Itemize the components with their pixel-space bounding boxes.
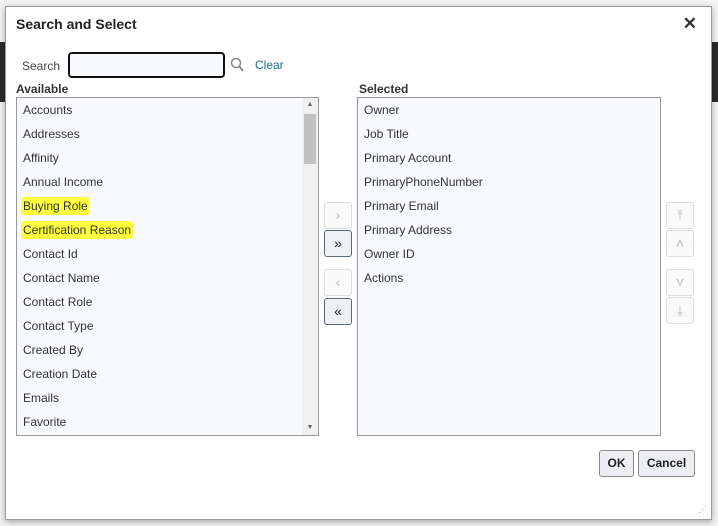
available-header: Available [16, 82, 69, 96]
available-item[interactable]: Contact Type [17, 314, 318, 338]
available-item-label: Contact Type [23, 319, 94, 333]
clear-link[interactable]: Clear [255, 58, 284, 72]
available-item[interactable]: Contact Role [17, 290, 318, 314]
ok-button[interactable]: OK [599, 450, 634, 477]
available-item[interactable]: Annual Income [17, 170, 318, 194]
available-item[interactable]: Addresses [17, 122, 318, 146]
selected-item[interactable]: Owner [358, 98, 660, 122]
available-item[interactable]: Created By [17, 338, 318, 362]
available-item[interactable]: Creation Date [17, 362, 318, 386]
available-item-label: Certification Reason [21, 221, 134, 239]
selected-item[interactable]: Owner ID [358, 242, 660, 266]
available-item[interactable]: Certification Reason [17, 218, 318, 242]
available-list[interactable]: Accounts Addresses Affinity Annual Income Bu… [16, 97, 319, 436]
search-input[interactable] [68, 52, 225, 78]
available-item-label: Annual Income [23, 175, 104, 189]
selected-item[interactable]: Primary Account [358, 146, 660, 170]
available-item-label: Affinity [23, 151, 59, 165]
cancel-button[interactable]: Cancel [638, 450, 695, 477]
search-label: Search [22, 59, 61, 73]
available-item-label: Contact Name [23, 271, 100, 285]
move-up-button[interactable]: ˄ [666, 230, 694, 257]
available-item-label: Accounts [23, 103, 73, 117]
selected-item[interactable]: PrimaryPhoneNumber [358, 170, 660, 194]
move-all-button[interactable]: » [324, 230, 352, 257]
available-item-label: Addresses [23, 127, 80, 141]
selected-item[interactable]: Actions [358, 266, 660, 290]
scroll-up-icon[interactable]: ▲ [302, 98, 318, 112]
available-item[interactable]: Favorite [17, 410, 318, 434]
selected-item[interactable]: Primary Address [358, 218, 660, 242]
available-item-label: Emails [23, 391, 60, 405]
remove-button[interactable]: ‹ [324, 269, 352, 296]
available-item-label: Contact Role [23, 295, 93, 309]
available-item-label: Favorite [23, 415, 67, 429]
resize-grip-icon[interactable]: ⋰ [698, 504, 707, 515]
available-item-label: Buying Role [21, 197, 90, 215]
available-item-label: Created By [23, 343, 84, 357]
selected-item[interactable]: Primary Email [358, 194, 660, 218]
scrollbar[interactable]: ▲ ▼ [302, 98, 318, 435]
search-and-select-dialog: Search and Select ✕ Search Clear Availab… [5, 6, 712, 520]
selected-list[interactable]: Owner Job Title Primary Account PrimaryPhon… [357, 97, 661, 436]
scrollbar-thumb[interactable] [304, 114, 316, 164]
available-item[interactable]: Contact Id [17, 242, 318, 266]
available-item[interactable]: Affinity [17, 146, 318, 170]
close-icon[interactable]: ✕ [683, 14, 697, 34]
move-top-button[interactable]: ⤒ [666, 202, 694, 229]
search-icon[interactable] [230, 57, 246, 75]
move-bottom-button[interactable]: ⤓ [666, 297, 694, 324]
move-button[interactable]: › [324, 202, 352, 229]
available-item-label: Creation Date [23, 367, 98, 381]
available-item[interactable]: Contact Name [17, 266, 318, 290]
available-item-label: Contact Id [23, 247, 78, 261]
available-item[interactable]: Accounts [17, 98, 318, 122]
available-item[interactable]: Emails [17, 386, 318, 410]
dialog-title: Search and Select [16, 16, 137, 32]
selected-header: Selected [359, 82, 409, 96]
scroll-down-icon[interactable]: ▼ [302, 421, 318, 435]
remove-all-button[interactable]: « [324, 298, 352, 325]
selected-item[interactable]: Job Title [358, 122, 660, 146]
move-down-button[interactable]: ˅ [666, 269, 694, 296]
available-item[interactable]: Buying Role [17, 194, 318, 218]
